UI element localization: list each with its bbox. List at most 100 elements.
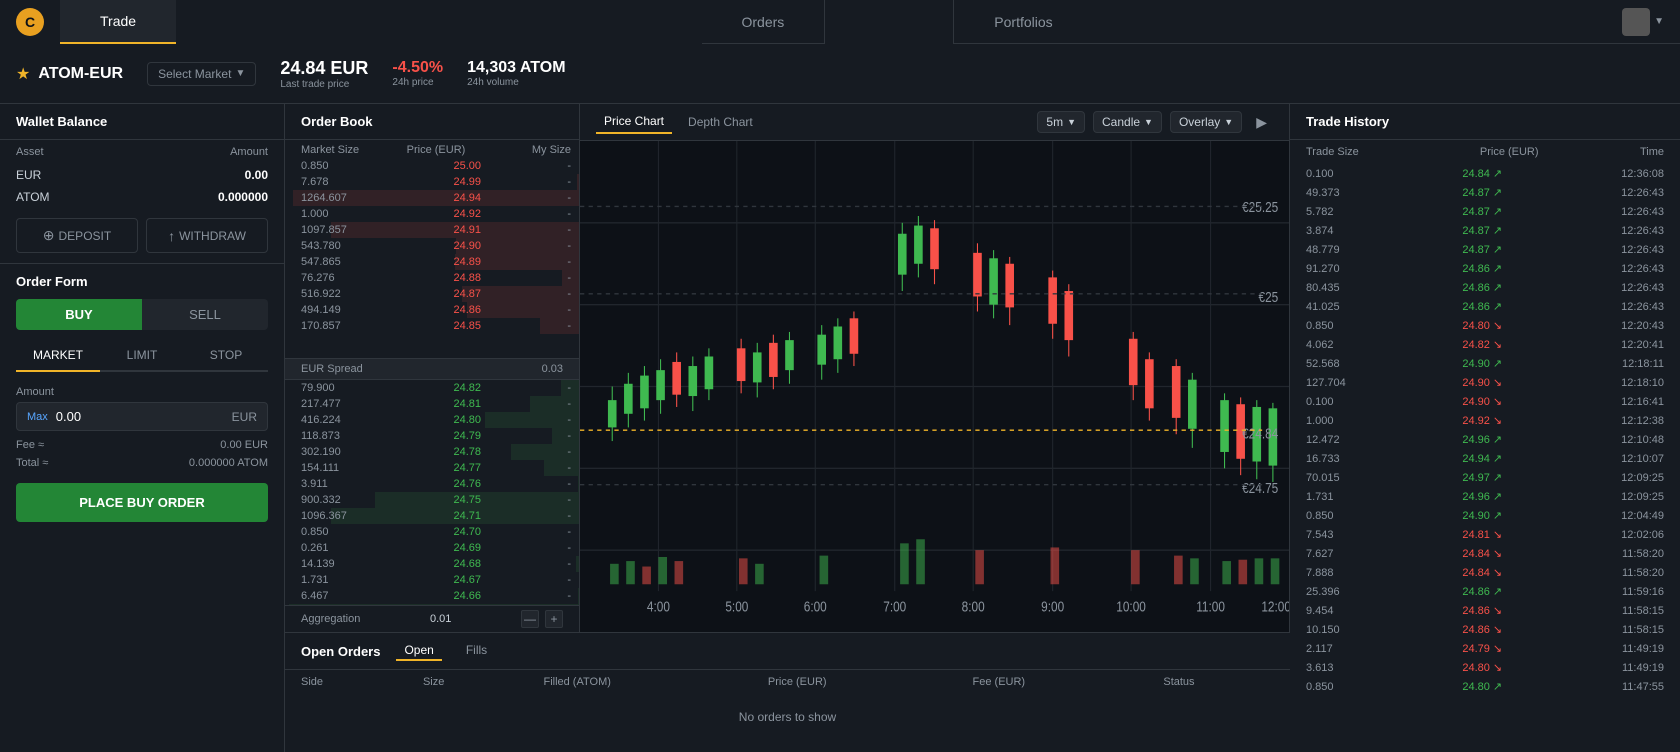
candle-button[interactable]: Candle▼ — [1093, 111, 1162, 133]
withdraw-button[interactable]: ↑ WITHDRAW — [146, 218, 268, 253]
chart-tab-price[interactable]: Price Chart — [596, 110, 672, 134]
trade-row: 4.062 24.82 ↘ 12:20:41 — [1290, 335, 1680, 354]
trade-row: 5.782 24.87 ↗ 12:26:43 — [1290, 202, 1680, 221]
ticker-volume: 14,303 ATOM — [467, 59, 565, 77]
ob-col-price: Price (EUR) — [391, 144, 481, 156]
trade-row: 91.270 24.86 ↗ 12:26:43 — [1290, 259, 1680, 278]
ob-bid-row: 302.190 24.78 - — [285, 444, 579, 460]
amount-currency: EUR — [232, 410, 257, 424]
ob-ask-row: 0.850 25.00 - — [285, 158, 579, 174]
svg-text:5:00: 5:00 — [725, 598, 748, 615]
oo-col-status: Status — [1147, 670, 1290, 694]
buy-tab[interactable]: BUY — [16, 299, 142, 330]
ob-bid-row: 154.111 24.77 - — [285, 460, 579, 476]
ob-bid-row: 118.873 24.79 - — [285, 428, 579, 444]
ob-bid-row: 1283.648 24.65 - — [285, 604, 579, 605]
trade-row: 7.888 24.84 ↘ 11:58:20 — [1290, 563, 1680, 582]
wallet-row-eur: EUR 0.00 — [0, 164, 284, 186]
total-label: Total ≈ — [16, 457, 48, 469]
tab-market[interactable]: MARKET — [16, 340, 100, 372]
ticker-change: -4.50% — [392, 59, 443, 77]
ob-ask-row: 494.149 24.86 - — [285, 302, 579, 318]
oo-col-price: Price (EUR) — [752, 670, 957, 694]
aggregation-value: 0.01 — [430, 613, 451, 625]
trade-row: 127.704 24.90 ↘ 12:18:10 — [1290, 373, 1680, 392]
fee-value: 0.00 EUR — [220, 439, 268, 451]
ob-bid-row: 217.477 24.81 - — [285, 396, 579, 412]
svg-text:10:00: 10:00 — [1116, 598, 1146, 615]
trade-history-header: Trade History — [1290, 104, 1680, 140]
ticker-volume-label: 24h volume — [467, 77, 565, 88]
sell-tab[interactable]: SELL — [142, 299, 268, 330]
interval-button[interactable]: 5m▼ — [1037, 111, 1085, 133]
ticker-star-icon: ★ — [16, 64, 30, 84]
select-market-button[interactable]: Select Market ▼ — [147, 62, 256, 86]
ob-col-market-size: Market Size — [301, 144, 391, 156]
trade-row: 52.568 24.90 ↗ 12:18:11 — [1290, 354, 1680, 373]
ob-ask-row: 547.865 24.89 - — [285, 254, 579, 270]
open-orders-title: Open Orders — [301, 644, 380, 659]
trade-row: 0.850 24.80 ↗ 11:47:55 — [1290, 677, 1680, 696]
nav-trade[interactable]: Trade — [60, 0, 176, 44]
wallet-col-amount: Amount — [126, 140, 284, 164]
open-orders-tab-fills[interactable]: Fills — [458, 641, 495, 661]
amount-input[interactable] — [56, 409, 232, 424]
aggregation-label: Aggregation — [301, 613, 360, 625]
spread-value: 0.03 — [542, 363, 563, 375]
svg-text:€25: €25 — [1259, 289, 1279, 306]
ob-bid-row: 0.850 24.70 - — [285, 524, 579, 540]
user-dropdown[interactable]: ▼ — [1654, 16, 1664, 27]
th-col-trade-size: Trade Size — [1290, 140, 1433, 164]
ob-ask-row: 1097.857 24.91 - — [285, 222, 579, 238]
ob-bid-row: 14.139 24.68 - — [285, 556, 579, 572]
svg-text:4:00: 4:00 — [647, 598, 670, 615]
price-chart-svg: €25.25 €25 €24.84 €24.75 4:00 5:00 6:00 — [580, 141, 1289, 632]
th-col-time: Time — [1586, 140, 1680, 164]
trade-row: 9.454 24.86 ↘ 11:58:15 — [1290, 601, 1680, 620]
oo-col-fee: Fee (EUR) — [957, 670, 1148, 694]
ob-ask-row: 7.678 24.99 - — [285, 174, 579, 190]
ob-ask-row: 76.276 24.88 - — [285, 270, 579, 286]
trade-row: 2.117 24.79 ↘ 11:49:19 — [1290, 639, 1680, 658]
trade-row: 0.850 24.80 ↘ 12:20:43 — [1290, 316, 1680, 335]
nav-orders[interactable]: Orders — [702, 0, 825, 44]
nav-portfolios[interactable]: Portfolios — [954, 0, 1092, 44]
ticker-change-label: 24h price — [392, 77, 443, 88]
ticker-price: 24.84 EUR — [280, 58, 368, 79]
aggregation-minus[interactable]: — — [521, 610, 539, 628]
trade-row: 10.150 24.86 ↘ 11:58:15 — [1290, 620, 1680, 639]
order-book-header: Order Book — [285, 104, 579, 140]
open-orders-tab-open[interactable]: Open — [396, 641, 441, 661]
trade-row: 25.396 24.86 ↗ 11:59:16 — [1290, 582, 1680, 601]
overlay-button[interactable]: Overlay▼ — [1170, 111, 1242, 133]
oo-col-filled: Filled (ATOM) — [527, 670, 751, 694]
order-form-header: Order Form — [0, 264, 284, 299]
ticker-price-label: Last trade price — [280, 79, 368, 90]
play-button[interactable]: ▶ — [1250, 111, 1273, 134]
oo-col-size: Size — [407, 670, 528, 694]
trade-row: 16.733 24.94 ↗ 12:10:07 — [1290, 449, 1680, 468]
trade-row: 12.472 24.96 ↗ 12:10:48 — [1290, 430, 1680, 449]
chart-area: €25.25 €25 €24.84 €24.75 4:00 5:00 6:00 — [580, 141, 1289, 632]
ob-bid-row: 416.224 24.80 - — [285, 412, 579, 428]
no-orders-row: No orders to show — [285, 694, 1290, 740]
logo: C — [0, 0, 60, 44]
th-col-price: Price (EUR) — [1433, 140, 1586, 164]
ob-bid-row: 900.332 24.75 - — [285, 492, 579, 508]
fee-label: Fee ≈ — [16, 439, 44, 451]
trade-row: 0.100 24.90 ↘ 12:16:41 — [1290, 392, 1680, 411]
ob-bid-row: 0.261 24.69 - — [285, 540, 579, 556]
trade-row: 7.543 24.81 ↘ 12:02:06 — [1290, 525, 1680, 544]
deposit-button[interactable]: ⊕ DEPOSIT — [16, 218, 138, 253]
place-order-button[interactable]: PLACE BUY ORDER — [16, 483, 268, 522]
user-avatar[interactable] — [1622, 8, 1650, 36]
ob-ask-row: 170.857 24.85 - — [285, 318, 579, 334]
amount-max[interactable]: Max — [27, 411, 48, 423]
tab-limit[interactable]: LIMIT — [100, 340, 184, 370]
tab-stop[interactable]: STOP — [184, 340, 268, 370]
wallet-balance-header: Wallet Balance — [0, 104, 284, 140]
trade-row: 49.373 24.87 ↗ 12:26:43 — [1290, 183, 1680, 202]
chart-tab-depth[interactable]: Depth Chart — [680, 111, 761, 133]
trade-row: 1.000 24.92 ↘ 12:12:38 — [1290, 411, 1680, 430]
aggregation-plus[interactable]: + — [545, 610, 563, 628]
